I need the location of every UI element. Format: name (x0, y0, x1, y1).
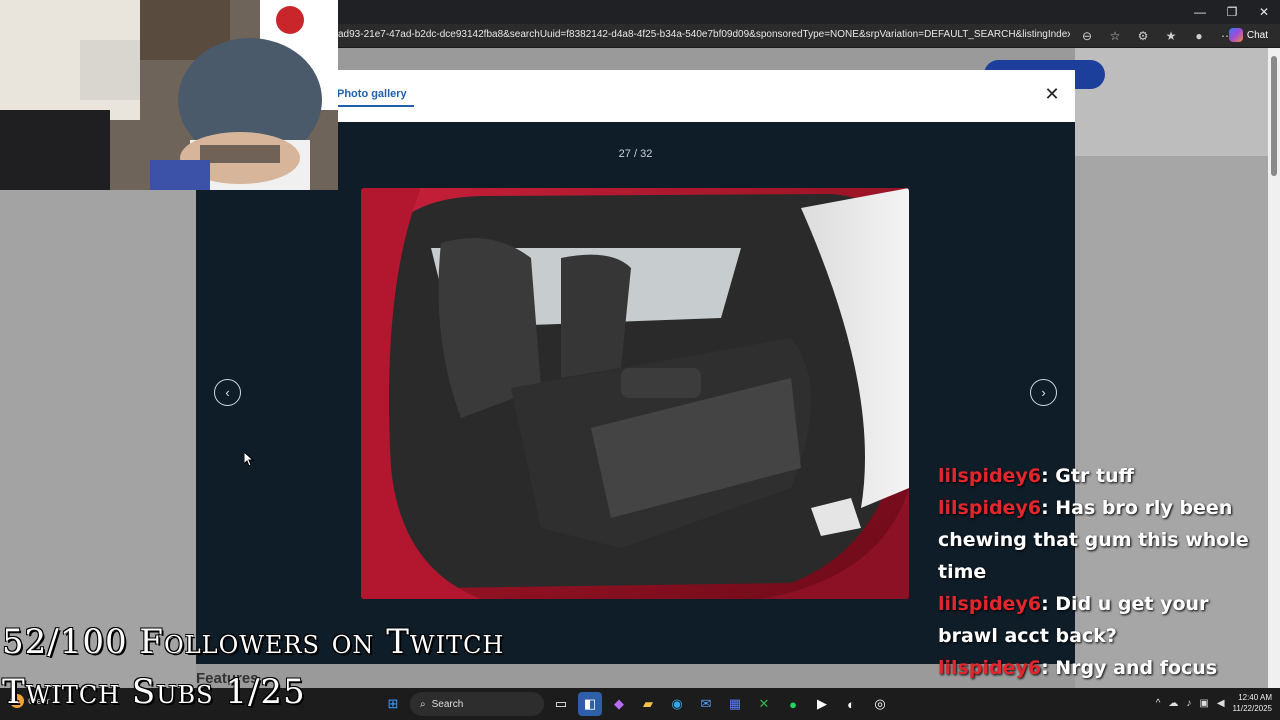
tab-active-indicator (334, 105, 414, 107)
profile-avatar-icon[interactable]: ● (1188, 26, 1210, 46)
search-icon: ⌕ (420, 698, 426, 710)
mail-icon[interactable]: ✉ (694, 692, 718, 716)
address-bar-icons: ⊖ ☆ ⚙ ★ ● ⋯ (1076, 26, 1238, 46)
calculator-icon[interactable]: ▦ (723, 692, 747, 716)
url-field[interactable]: ad93-21e7-47ad-b2dc-dce93142fba8&searchU… (338, 29, 1070, 40)
obs-icon[interactable]: ◐ (839, 692, 863, 716)
minimize-button[interactable]: — (1184, 0, 1216, 24)
webcam-feed (0, 0, 338, 190)
previous-photo-button[interactable]: ‹ (214, 379, 241, 406)
system-tray: ^ ☁ ♪ ▣ ◀ 12:40 AM 11/22/2025 (1156, 692, 1272, 714)
taskbar-apps: ⊞ ⌕ Search ▭ ◧ ◆ ▰ ◉ ✉ ▦ ✕ ● ▶ ◐ ◎ (381, 692, 892, 716)
taskbar-search[interactable]: ⌕ Search (410, 692, 544, 716)
file-explorer-icon[interactable]: ▰ (636, 692, 660, 716)
tab-photo-gallery[interactable]: Photo gallery (337, 88, 407, 100)
screen: — ❐ ✕ ad93-21e7-47ad-b2dc-dce93142fba8&s… (0, 0, 1280, 720)
chat-username: lilspidey6 (938, 657, 1042, 679)
page-scrollbar[interactable] (1268, 48, 1280, 688)
car-rear-seat-image (361, 188, 909, 599)
clock-time: 12:40 AM (1238, 693, 1272, 702)
store-icon[interactable]: ◧ (578, 692, 602, 716)
network-icon[interactable]: ▣ (1199, 698, 1208, 709)
chat-message: lilspidey6: Has bro rly been chewing tha… (938, 497, 1249, 583)
mouse-cursor-icon (244, 452, 254, 466)
copilot-label: Chat (1246, 29, 1268, 41)
xbox-icon[interactable]: ✕ (752, 692, 776, 716)
chat-message: lilspidey6: Did u get your brawl acct ba… (938, 593, 1209, 647)
favorites-icon[interactable]: ★ (1160, 26, 1182, 46)
next-photo-button[interactable]: › (1030, 379, 1057, 406)
tray-chevron-icon[interactable]: ^ (1156, 698, 1161, 709)
copilot-icon (1228, 28, 1243, 42)
close-window-button[interactable]: ✕ (1248, 0, 1280, 24)
favorite-star-icon[interactable]: ☆ (1104, 26, 1126, 46)
clock[interactable]: 12:40 AM 11/22/2025 (1233, 692, 1272, 714)
chat-text: Gtr tuff (1055, 465, 1134, 487)
start-menu-icon[interactable]: ⊞ (381, 692, 405, 716)
copilot-app-icon[interactable]: ◆ (607, 692, 631, 716)
chat-username: lilspidey6 (938, 593, 1042, 615)
app-icon[interactable]: ◎ (868, 692, 892, 716)
followers-goal-text: 52/100 Followers on Twitch (2, 622, 505, 662)
webcam-image (0, 0, 338, 190)
gallery-photo (361, 188, 909, 599)
task-view-icon[interactable]: ▭ (549, 692, 573, 716)
page-right-header (1075, 48, 1268, 156)
subs-goal-text: Twitch Subs 1/25 (2, 672, 306, 712)
scrollbar-thumb[interactable] (1271, 56, 1277, 176)
cloud-icon[interactable]: ☁ (1168, 698, 1178, 709)
chat-username: lilspidey6 (938, 465, 1042, 487)
clock-date: 11/22/2025 (1232, 704, 1272, 713)
extensions-icon[interactable]: ⚙ (1132, 26, 1154, 46)
restore-button[interactable]: ❐ (1216, 0, 1248, 24)
copilot-chat-button[interactable]: Chat (1228, 28, 1268, 42)
window-controls: — ❐ ✕ (1184, 0, 1280, 24)
close-modal-button[interactable]: ✕ (1041, 83, 1063, 105)
volume-icon[interactable]: ◀ (1217, 698, 1225, 709)
chat-message: lilspidey6: Gtr tuff (938, 465, 1134, 487)
spotify-icon[interactable]: ● (781, 692, 805, 716)
search-label: Search (431, 698, 464, 710)
reader-icon[interactable]: ⊖ (1076, 26, 1098, 46)
media-player-icon[interactable]: ▶ (810, 692, 834, 716)
edge-browser-icon[interactable]: ◉ (665, 692, 689, 716)
chat-username: lilspidey6 (938, 497, 1042, 519)
stream-chat-overlay: lilspidey6: Gtr tuff lilspidey6: Has bro… (938, 460, 1268, 720)
mic-icon[interactable]: ♪ (1186, 698, 1191, 709)
